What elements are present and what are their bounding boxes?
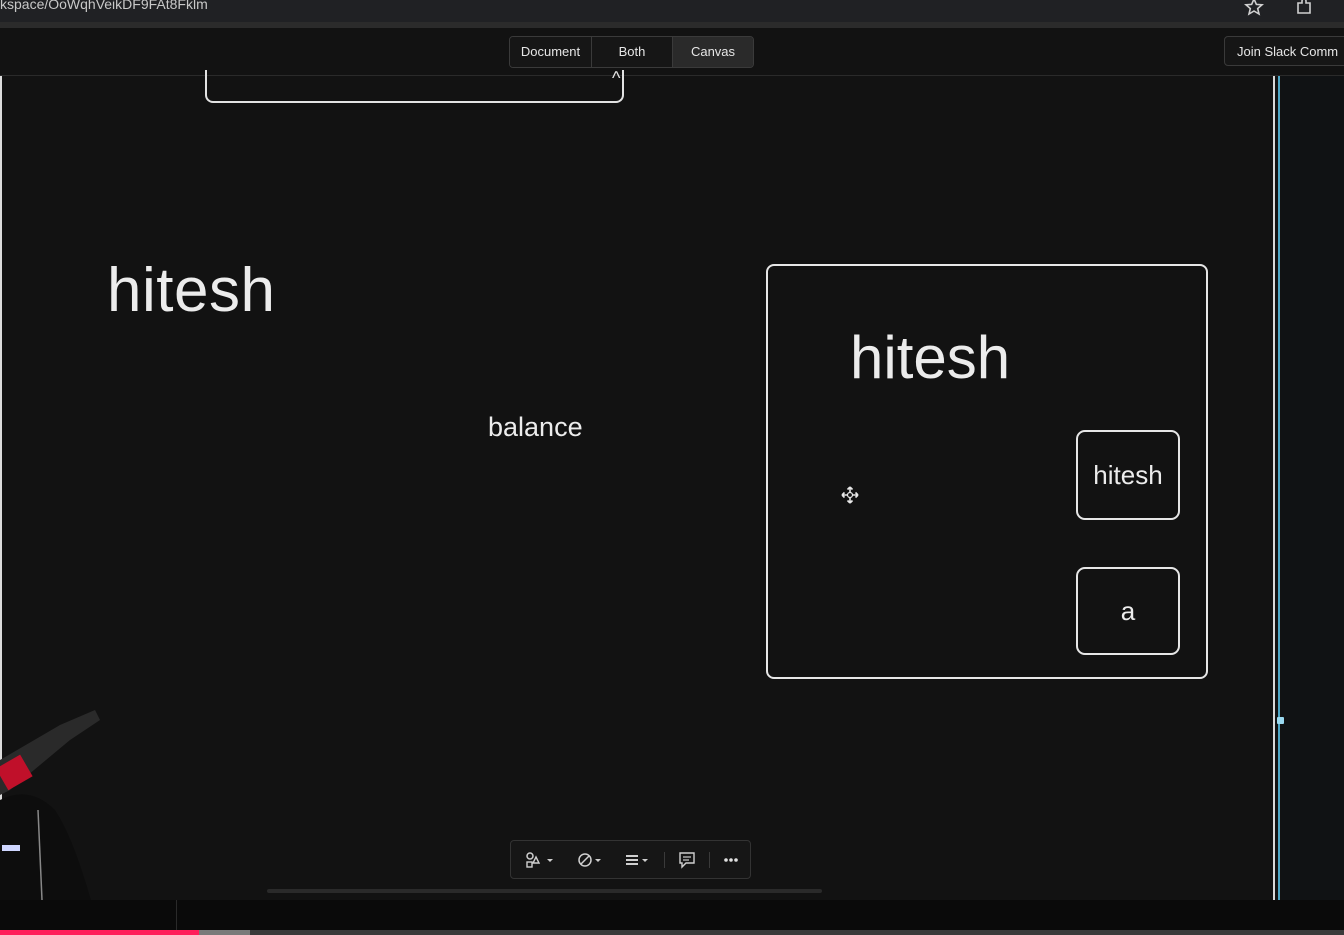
top-toolbar: Document Both Canvas Join Slack Comm <box>0 28 1344 76</box>
arrow-head-shape: ^ <box>612 68 621 88</box>
frame-box-hitesh[interactable]: hitesh <box>1076 430 1180 520</box>
more-icon[interactable] <box>721 851 753 869</box>
frame-box-a-label: a <box>1120 595 1136 626</box>
move-cursor-icon <box>841 486 859 504</box>
resize-handle[interactable] <box>1277 717 1284 724</box>
bookmark-star-icon[interactable] <box>1244 0 1264 17</box>
view-mode-toggle: Document Both Canvas <box>509 36 754 68</box>
frame-box-a[interactable]: a <box>1076 567 1180 655</box>
canvas-text-hitesh[interactable]: hitesh <box>107 255 275 326</box>
url-text[interactable]: kspace/OoWqhVeikDF9FAt8Fklm <box>0 0 208 12</box>
toolbar-separator <box>664 852 665 868</box>
comment-icon[interactable] <box>677 851 709 869</box>
top-drawn-shape[interactable] <box>205 70 624 103</box>
toolbar-separator <box>709 852 710 868</box>
frame-box-hitesh-label: hitesh <box>1093 459 1163 490</box>
view-both-tab[interactable]: Both <box>592 37 673 67</box>
right-side-panel <box>1281 76 1344 900</box>
join-slack-button[interactable]: Join Slack Comm <box>1224 36 1344 66</box>
video-buffered-bar <box>198 930 250 935</box>
bottom-shape-toolbar <box>510 840 751 879</box>
horizontal-scrollbar[interactable] <box>267 889 822 893</box>
canvas-text-balance[interactable]: balance <box>488 412 583 443</box>
view-document-tab[interactable]: Document <box>510 37 592 67</box>
canvas-right-border <box>1273 76 1275 900</box>
extensions-puzzle-icon[interactable] <box>1294 0 1314 17</box>
frame-title-text[interactable]: hitesh <box>850 323 1010 392</box>
resize-guide-line[interactable] <box>1278 76 1280 900</box>
view-canvas-tab[interactable]: Canvas <box>673 37 753 67</box>
video-progress-played[interactable] <box>0 930 199 935</box>
no-fill-icon[interactable] <box>577 851 609 869</box>
browser-address-bar[interactable]: kspace/OoWqhVeikDF9FAt8Fklm <box>0 0 1344 28</box>
shapes-icon[interactable] <box>525 851 557 869</box>
video-bar-divider <box>176 900 177 930</box>
stroke-lines-icon[interactable] <box>624 851 656 869</box>
webcam-overlay <box>0 710 100 930</box>
